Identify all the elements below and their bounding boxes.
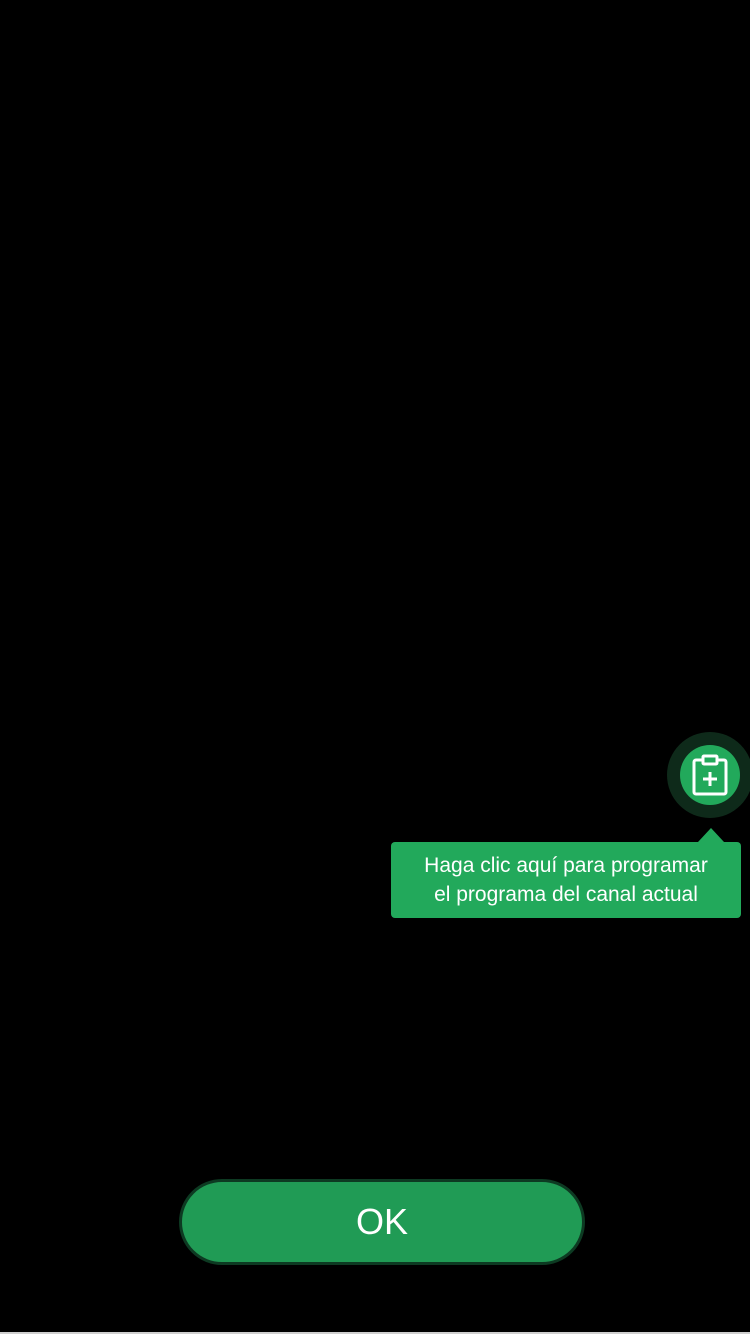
tooltip-line-1: Haga clic aquí para programar bbox=[424, 854, 708, 877]
schedule-button-highlight bbox=[667, 732, 750, 818]
ok-button[interactable]: OK bbox=[179, 1179, 585, 1265]
screen-overlay: Haga clic aquí para programar el program… bbox=[0, 0, 750, 1334]
schedule-tooltip: Haga clic aquí para programar el program… bbox=[391, 842, 741, 918]
schedule-program-button[interactable] bbox=[680, 745, 740, 805]
clipboard-plus-icon bbox=[690, 753, 730, 797]
tooltip-line-2: el programa del canal actual bbox=[434, 883, 698, 906]
tooltip-arrow bbox=[698, 828, 724, 842]
